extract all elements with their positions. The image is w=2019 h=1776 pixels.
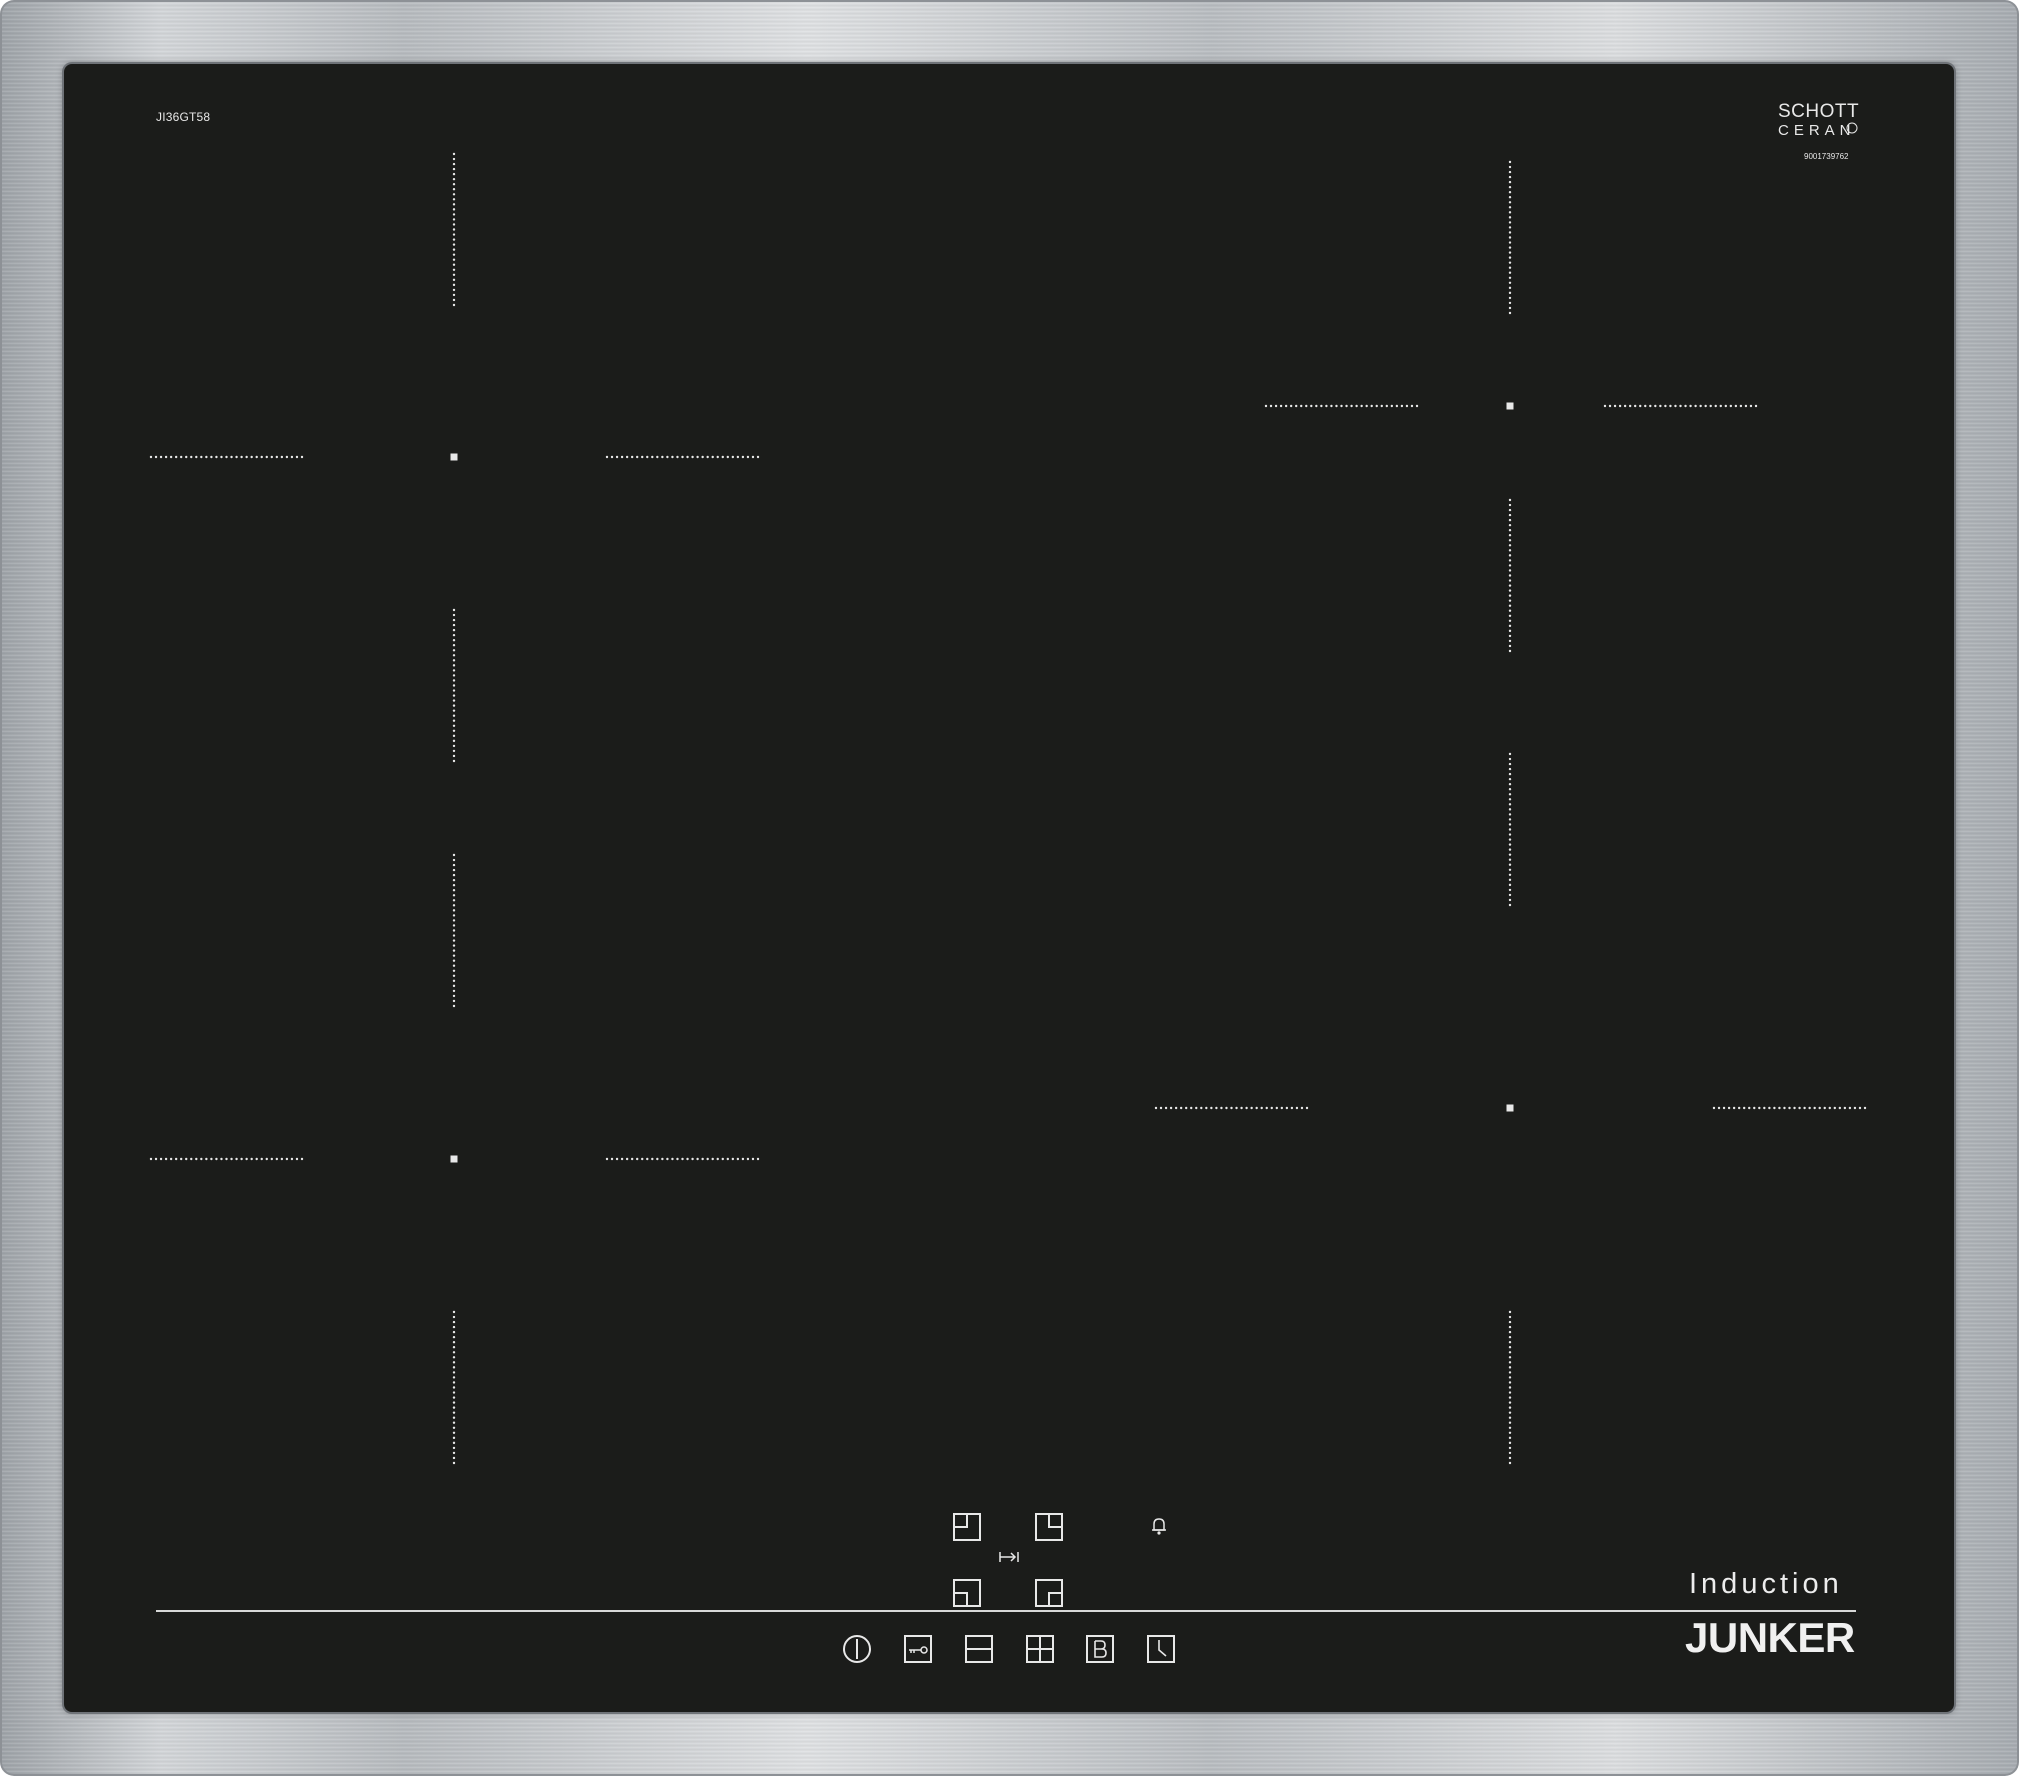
schott-logo-top: SCHOTT (1778, 101, 1860, 122)
zone-marking-left-mid-v1 (452, 608, 456, 763)
zone-marking-right-upper-h1 (1264, 404, 1419, 408)
zone-marking-left-lower-h2 (605, 1157, 760, 1161)
zone-centre-right-lower (1506, 1104, 1514, 1112)
zone-marking-left-lower-h1 (149, 1157, 304, 1161)
zone-centre-left-upper (450, 453, 458, 461)
induction-label: Induction (1689, 1568, 1843, 1600)
zone-top-left-icon[interactable] (952, 1512, 982, 1542)
serial-number: 9001739762 (1804, 152, 1849, 161)
clock-icon[interactable] (1146, 1634, 1176, 1664)
zone-bottom-left-icon[interactable] (952, 1578, 982, 1608)
control-divider-line (156, 1610, 1856, 1612)
cooking-zone-markings (149, 122, 1867, 1465)
zone-marking-right-lower-h2 (1712, 1106, 1867, 1110)
zone-marking-left-upper-h1 (149, 455, 304, 459)
zone-bottom-right-icon[interactable] (1034, 1578, 1064, 1608)
model-label: JI36GT58 (156, 110, 211, 124)
ceramic-glass-surface: JI36GT58 SCHOTT CERAN 9001739762 Inducti… (64, 64, 1954, 1712)
plus-icon[interactable] (1025, 1634, 1055, 1664)
junker-logo: JUNKER (1685, 1614, 1855, 1661)
zone-marking-right-bottom-v (1508, 1310, 1512, 1465)
ceran-logo-bottom: CERAN (1778, 122, 1856, 139)
zone-marking-left-mid-v2 (452, 853, 456, 1008)
bell-icon[interactable] (1150, 1516, 1168, 1536)
key-icon[interactable] (903, 1634, 933, 1664)
zone-centre-left-lower (450, 1155, 458, 1163)
zone-marking-left-upper-h2 (605, 455, 760, 459)
zone-marking-left-top-v (452, 152, 456, 307)
zone-marking-right-lower-h1 (1154, 1106, 1309, 1110)
boost-b-icon[interactable] (1085, 1634, 1115, 1664)
stainless-steel-frame: JI36GT58 SCHOTT CERAN 9001739762 Inducti… (0, 0, 2019, 1776)
zone-marking-right-top-v (1508, 160, 1512, 315)
zone-marking-right-mid-v1 (1508, 498, 1512, 653)
minus-icon[interactable] (964, 1634, 994, 1664)
zone-marking-right-upper-h2 (1603, 404, 1758, 408)
move-arrow-icon[interactable] (999, 1551, 1019, 1563)
zone-centre-right-upper (1506, 402, 1514, 410)
power-icon[interactable] (842, 1634, 872, 1664)
zone-marking-right-mid-v2 (1508, 752, 1512, 907)
zone-marking-left-bottom-v (452, 1310, 456, 1465)
zone-top-right-icon[interactable] (1034, 1512, 1064, 1542)
